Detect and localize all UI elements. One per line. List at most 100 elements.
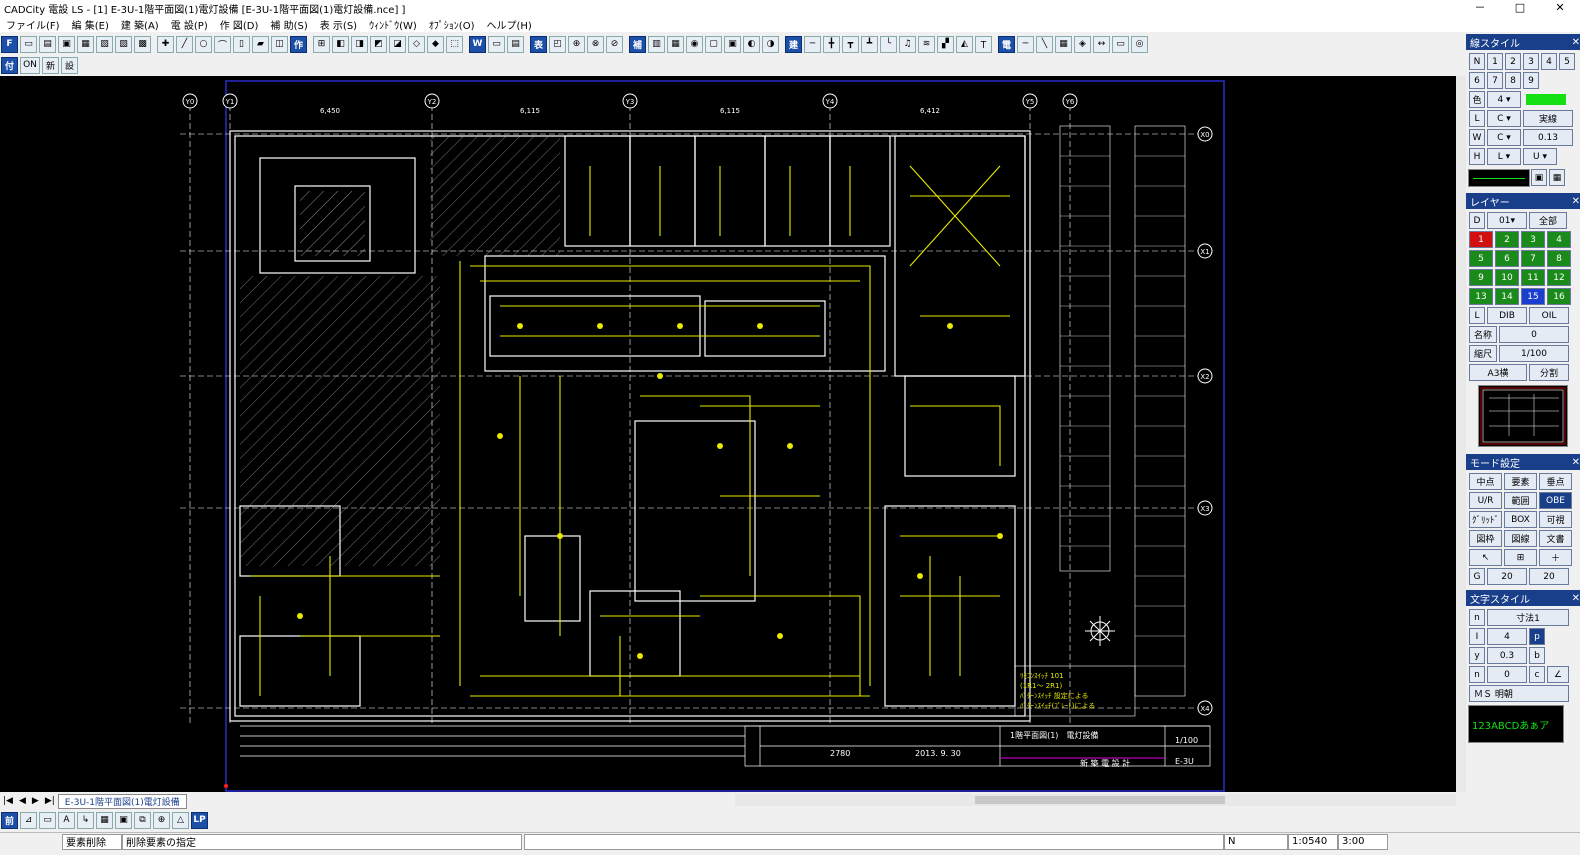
toolbar-tool-18-icon[interactable]: ◨ xyxy=(351,35,368,53)
layer-button-9[interactable]: 9 xyxy=(1469,269,1493,286)
toolbar-tool-13-icon[interactable]: ▰ xyxy=(252,35,269,53)
line-unit-select[interactable]: U ▾ xyxy=(1523,148,1557,165)
toolbar-tool-26-icon[interactable]: ▤ xyxy=(507,35,524,53)
tool-c-icon[interactable]: A xyxy=(58,811,75,829)
angle-select-2[interactable]: 20 xyxy=(1529,568,1569,585)
layer-oil-select[interactable]: OIL xyxy=(1529,307,1569,324)
setting-button[interactable]: 設 xyxy=(61,56,78,74)
tool-lp-icon[interactable]: LP xyxy=(191,811,208,829)
line-style-8[interactable]: 8 xyxy=(1505,72,1521,89)
layer-button-15[interactable]: 15 xyxy=(1521,288,1545,305)
mode-obe[interactable]: OBE xyxy=(1539,492,1572,509)
toolbar-tool-38-icon[interactable]: ◐ xyxy=(743,35,760,53)
toolbar-tool-52-icon[interactable]: ─ xyxy=(1017,35,1034,53)
line-style-6[interactable]: 6 xyxy=(1469,72,1485,89)
vertical-scrollbar[interactable] xyxy=(1456,76,1466,792)
tool-h-icon[interactable]: ⊕ xyxy=(153,811,170,829)
toolbar-tool-47-icon[interactable]: ≋ xyxy=(918,35,935,53)
toolbar-tool-3-icon[interactable]: ▣ xyxy=(58,35,75,53)
tab-last-icon[interactable]: ▶| xyxy=(42,796,58,806)
tool-i-icon[interactable]: △ xyxy=(172,811,189,829)
line-width-select[interactable]: C ▾ xyxy=(1487,129,1521,146)
toolbar-tool-10-icon[interactable]: ○ xyxy=(195,35,212,53)
layer-button-1[interactable]: 1 xyxy=(1469,231,1493,248)
line-other-button[interactable]: H xyxy=(1469,148,1485,165)
menu-edit[interactable]: 編 集(E) xyxy=(66,17,115,32)
horizontal-scrollbar[interactable] xyxy=(735,794,1456,806)
maximize-button[interactable]: □ xyxy=(1500,0,1540,16)
menu-electrical[interactable]: 電 設(P) xyxy=(165,17,214,32)
line-apply-button[interactable]: ▣ xyxy=(1531,169,1547,186)
minimize-button[interactable]: － xyxy=(1460,0,1500,16)
toolbar-tool-22-icon[interactable]: ◆ xyxy=(427,35,444,53)
layer-name-value[interactable]: 0 xyxy=(1499,326,1569,343)
mode-element[interactable]: 要素 xyxy=(1504,473,1537,490)
toolbar-tool-15-icon[interactable]: 作 xyxy=(290,35,307,53)
toolbar-tool-17-icon[interactable]: ◧ xyxy=(332,35,349,53)
toolbar-tool-41-icon[interactable]: ─ xyxy=(804,35,821,53)
paper-select[interactable]: A3横 xyxy=(1469,364,1527,381)
layer-all-button[interactable]: 全部 xyxy=(1529,212,1567,229)
toolbar-tool-14-icon[interactable]: ◫ xyxy=(271,35,288,53)
layer-button-4[interactable]: 4 xyxy=(1547,231,1571,248)
text-ratio-button[interactable]: y xyxy=(1469,647,1485,664)
mode-midpoint[interactable]: 中点 xyxy=(1469,473,1502,490)
mode-box[interactable]: BOX xyxy=(1504,511,1537,528)
menu-window[interactable]: ｳｨﾝﾄﾞｳ(W) xyxy=(363,17,423,32)
menu-view[interactable]: 表 示(S) xyxy=(314,17,363,32)
line-style-9[interactable]: 9 xyxy=(1523,72,1539,89)
toolbar-tool-32-icon[interactable]: 補 xyxy=(629,35,646,53)
scroll-thumb[interactable] xyxy=(975,796,1225,804)
menu-draw[interactable]: 作 図(D) xyxy=(214,17,265,32)
line-style-3[interactable]: 3 xyxy=(1523,53,1539,70)
mode-figline[interactable]: 図線 xyxy=(1504,530,1537,547)
layer-button-12[interactable]: 12 xyxy=(1547,269,1571,286)
layer-dib-select[interactable]: DIB xyxy=(1487,307,1527,324)
layer-button-13[interactable]: 13 xyxy=(1469,288,1493,305)
drawing-canvas[interactable]: Y0 Y1 Y2 Y3 Y4 Y5 Y6 X0 X1 X2 X3 X4 6,45… xyxy=(0,76,1456,792)
color-select[interactable]: 4 ▾ xyxy=(1487,91,1521,108)
toolbar-tool-1-icon[interactable]: ▭ xyxy=(20,35,37,53)
mode-range[interactable]: 範囲 xyxy=(1504,492,1537,509)
text-angle-button[interactable]: n xyxy=(1469,666,1485,683)
mode-visible[interactable]: 可視 xyxy=(1539,511,1572,528)
front-button[interactable]: 前 xyxy=(1,811,18,829)
toolbar-tool-45-icon[interactable]: ╰ xyxy=(880,35,897,53)
font-select[interactable]: ＭＳ 明朝 xyxy=(1469,685,1569,702)
toolbar-tool-51-icon[interactable]: 電 xyxy=(998,35,1015,53)
toolbar-tool-27-icon[interactable]: 表 xyxy=(530,35,547,53)
toolbar-tool-50-icon[interactable]: Ｔ xyxy=(975,35,992,53)
line-style-1[interactable]: 1 xyxy=(1487,53,1503,70)
toolbar-tool-11-icon[interactable]: ⌒ xyxy=(214,35,231,53)
text-c-button[interactable]: c xyxy=(1529,666,1545,683)
layer-button-5[interactable]: 5 xyxy=(1469,250,1493,267)
toolbar-tool-57-icon[interactable]: ▭ xyxy=(1112,35,1129,53)
toolbar-tool-12-icon[interactable]: ▯ xyxy=(233,35,250,53)
line-style-2[interactable]: 2 xyxy=(1505,53,1521,70)
text-p-button[interactable]: p xyxy=(1529,628,1545,645)
layer-button-2[interactable]: 2 xyxy=(1495,231,1519,248)
toolbar-tool-23-icon[interactable]: ⬚ xyxy=(446,35,463,53)
line-n-button[interactable]: N xyxy=(1469,53,1485,70)
toolbar-tool-2-icon[interactable]: ▤ xyxy=(39,35,56,53)
layer-l-button[interactable]: L xyxy=(1469,307,1485,324)
toolbar-tool-16-icon[interactable]: ⊞ xyxy=(313,35,330,53)
tab-prev-icon[interactable]: ◀ xyxy=(16,796,29,806)
toolbar-tool-6-icon[interactable]: ▨ xyxy=(115,35,132,53)
menu-options[interactable]: ｵﾌﾟｼｮﾝ(O) xyxy=(423,17,481,32)
toolbar-tool-0-icon[interactable]: F xyxy=(1,35,18,53)
split-button[interactable]: 分割 xyxy=(1529,364,1569,381)
close-button[interactable]: ✕ xyxy=(1540,0,1580,16)
text-height-select[interactable]: 4 xyxy=(1487,628,1527,645)
toolbar-tool-31-icon[interactable]: ⊘ xyxy=(606,35,623,53)
layer-button-10[interactable]: 10 xyxy=(1495,269,1519,286)
toolbar-tool-58-icon[interactable]: ◎ xyxy=(1131,35,1148,53)
line-type-label-button[interactable]: L xyxy=(1469,110,1485,127)
on-button[interactable]: ON xyxy=(20,56,40,74)
mode-perpendicular[interactable]: 垂点 xyxy=(1539,473,1572,490)
text-b-button[interactable]: b xyxy=(1529,647,1545,664)
tool-b-icon[interactable]: ▭ xyxy=(39,811,56,829)
tool-g-icon[interactable]: ⧉ xyxy=(134,811,151,829)
minimap[interactable] xyxy=(1478,385,1568,447)
toolbar-tool-29-icon[interactable]: ⊕ xyxy=(568,35,585,53)
